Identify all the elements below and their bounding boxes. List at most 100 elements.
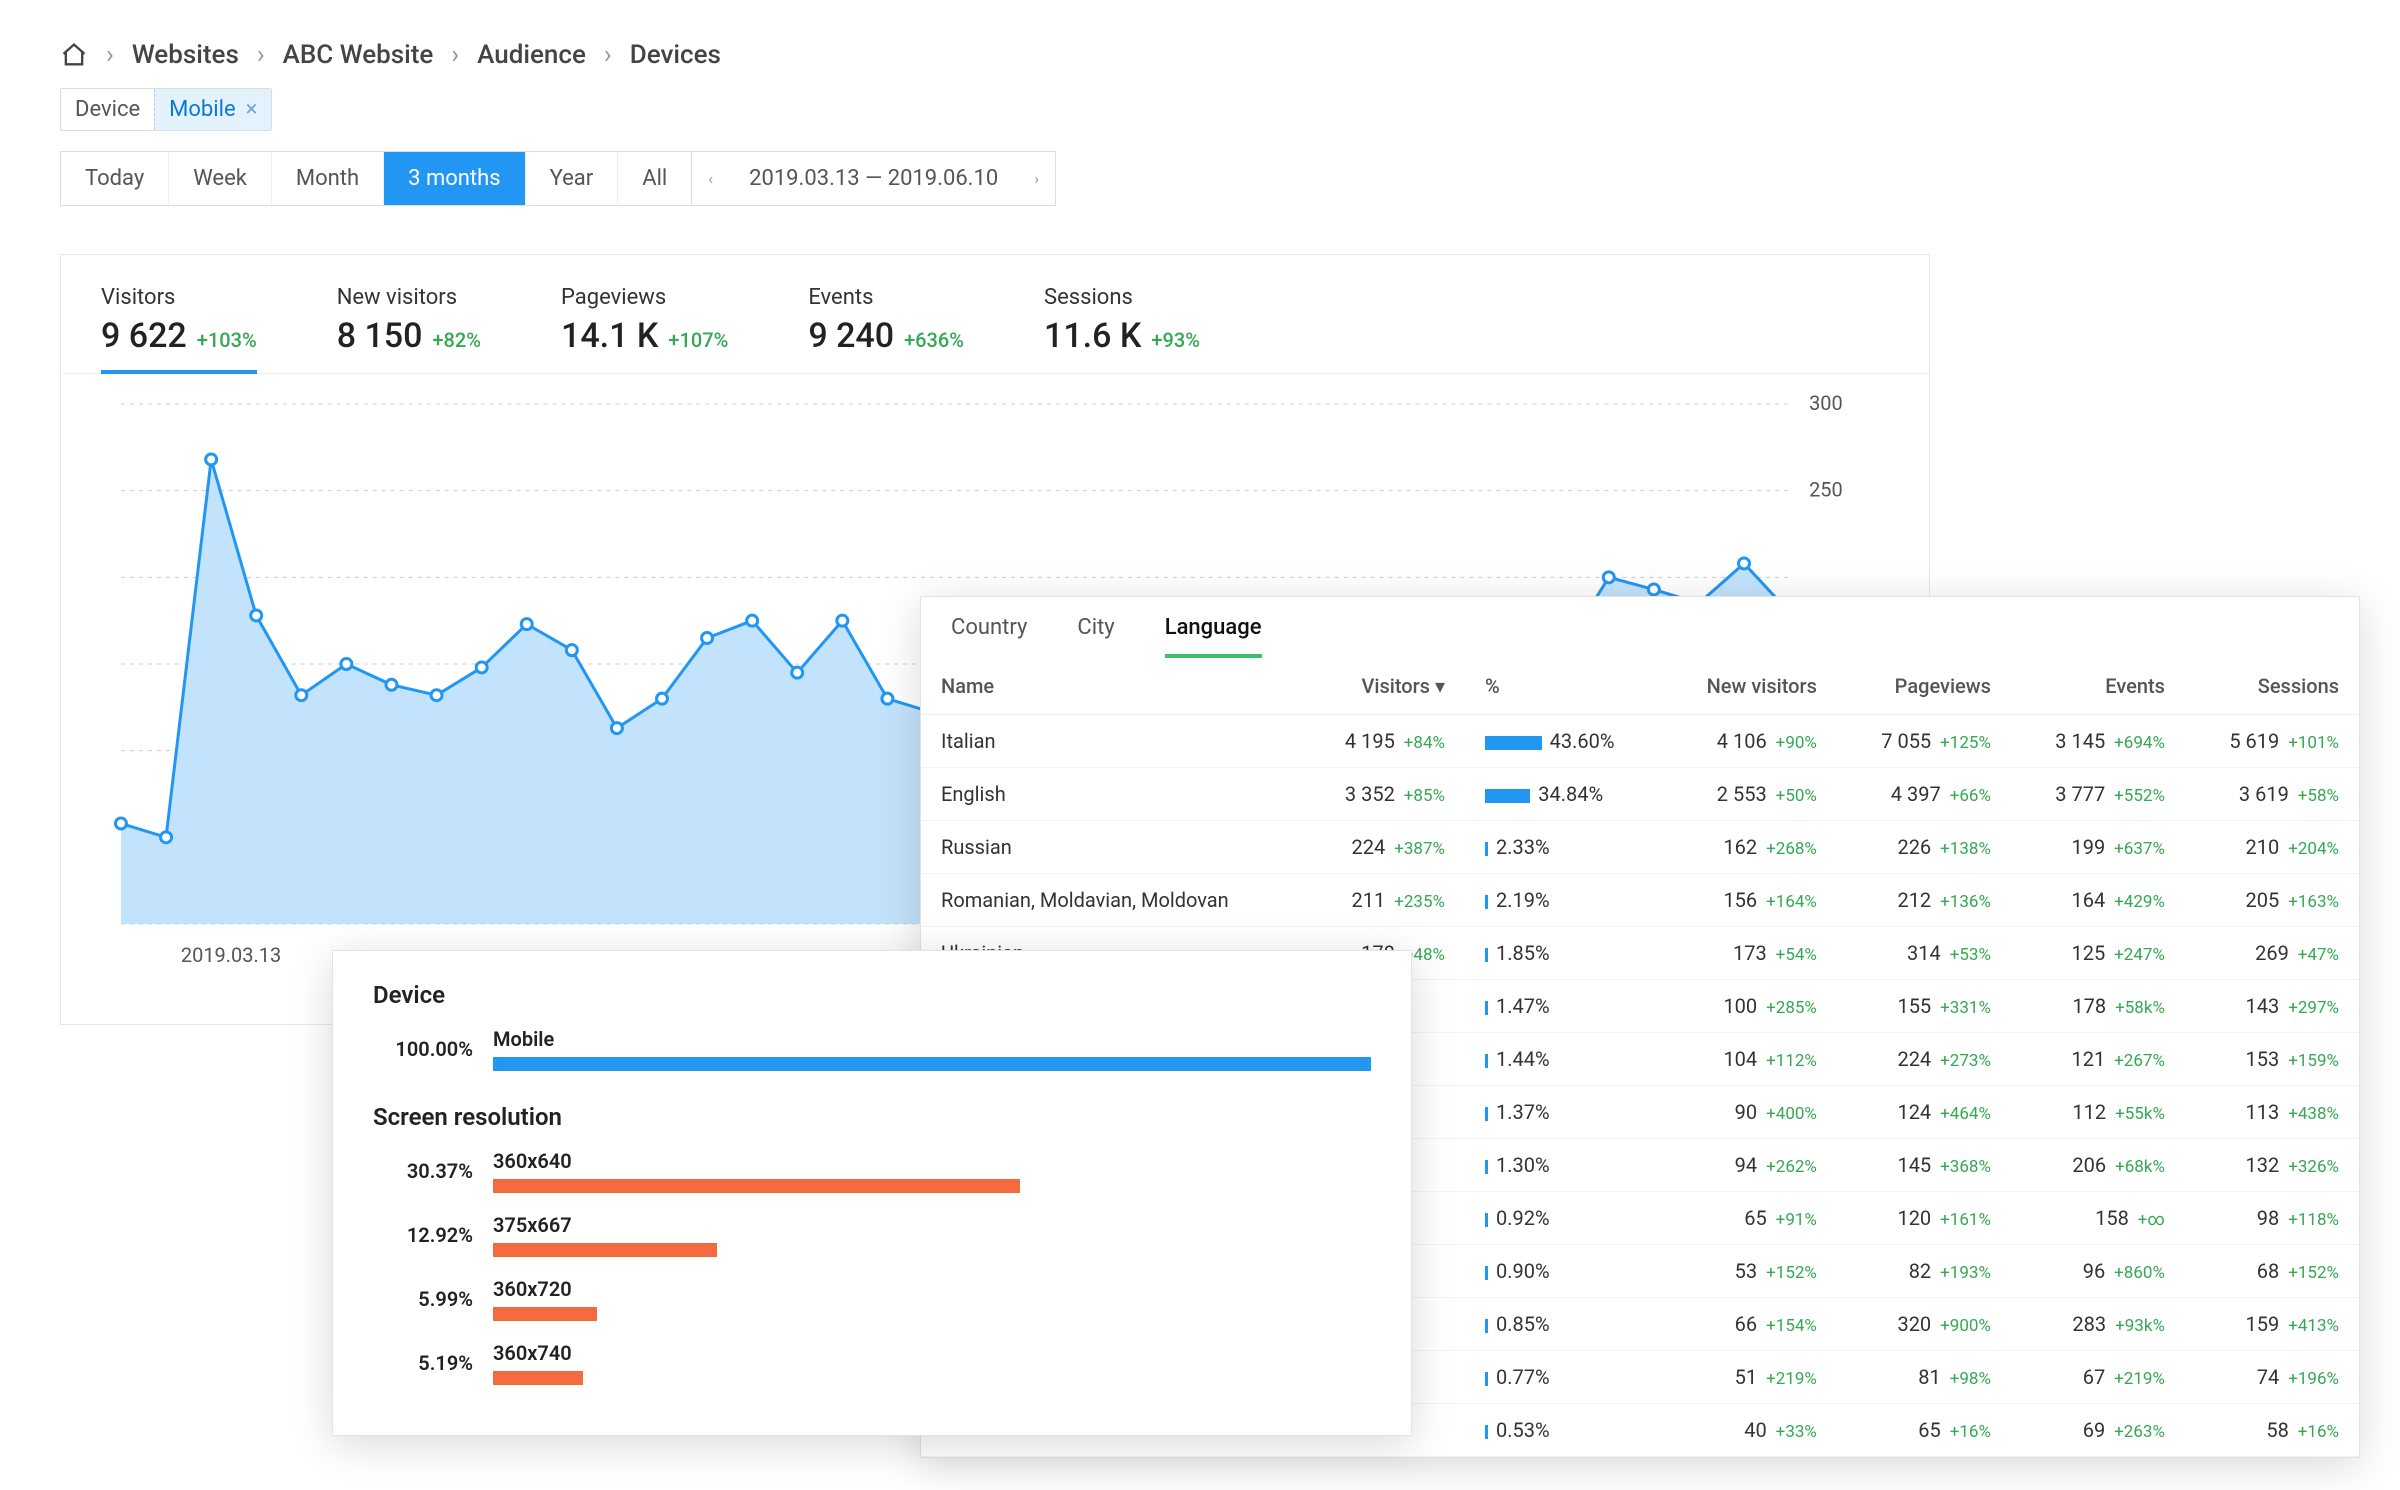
cell-pct: 0.53% — [1465, 1404, 1662, 1457]
range-month[interactable]: Month — [272, 152, 384, 205]
device-bar — [493, 1057, 1371, 1071]
kpi-visitors[interactable]: Visitors9 622 +103% — [101, 285, 257, 374]
res-pct: 30.37% — [373, 1159, 473, 1183]
breadcrumb: › Websites › ABC Website › Audience › De… — [60, 40, 2340, 70]
cell-sessions: 5 619 +101% — [2185, 715, 2359, 768]
breadcrumb-site[interactable]: ABC Website — [283, 40, 434, 70]
resolution-row: 12.92%375x667 — [373, 1213, 1371, 1257]
kpi-value: 14.1 K +107% — [561, 316, 728, 356]
col--[interactable]: % — [1465, 658, 1662, 715]
kpi-label: New visitors — [337, 285, 481, 310]
cell-pct: 2.19% — [1465, 874, 1662, 927]
cell-pageviews: 155 +331% — [1837, 980, 2011, 1033]
kpi-value: 11.6 K +93% — [1044, 316, 1200, 356]
cell-pct: 1.30% — [1465, 1139, 1662, 1192]
resolution-row: 5.19%360x740 — [373, 1341, 1371, 1385]
kpi-sessions[interactable]: Sessions11.6 K +93% — [1044, 285, 1200, 374]
breadcrumb-websites[interactable]: Websites — [132, 40, 239, 70]
table-row[interactable]: Russian224 +387%2.33%162 +268%226 +138%1… — [921, 821, 2359, 874]
cell-sessions: 132 +326% — [2185, 1139, 2359, 1192]
svg-text:2019.03.13: 2019.03.13 — [181, 943, 281, 967]
cell-pageviews: 314 +53% — [1837, 927, 2011, 980]
chevron-right-icon: › — [451, 40, 459, 70]
cell-pageviews: 7 055 +125% — [1837, 715, 2011, 768]
cell-pct: 1.85% — [1465, 927, 1662, 980]
kpi-value: 9 240 +636% — [808, 316, 964, 356]
cell-pageviews: 120 +161% — [1837, 1192, 2011, 1245]
cell-events: 96 +860% — [2011, 1245, 2185, 1298]
cell-sessions: 205 +163% — [2185, 874, 2359, 927]
device-heading: Device — [373, 981, 1371, 1009]
col-events[interactable]: Events — [2011, 658, 2185, 715]
cell-sessions: 269 +47% — [2185, 927, 2359, 980]
range-all[interactable]: All — [618, 152, 691, 205]
kpi-events[interactable]: Events9 240 +636% — [808, 285, 964, 374]
breadcrumb-devices[interactable]: Devices — [630, 40, 721, 70]
close-icon[interactable]: × — [246, 97, 258, 122]
cell-pct: 1.37% — [1465, 1086, 1662, 1139]
kpi-value: 9 622 +103% — [101, 316, 257, 356]
range-week[interactable]: Week — [169, 152, 272, 205]
cell-pct: 2.33% — [1465, 821, 1662, 874]
col-sessions[interactable]: Sessions — [2185, 658, 2359, 715]
cell-events: 121 +267% — [2011, 1033, 2185, 1086]
resolution-heading: Screen resolution — [373, 1103, 1371, 1131]
home-icon[interactable] — [60, 41, 88, 69]
cell-sessions: 113 +438% — [2185, 1086, 2359, 1139]
cell-visitors: 3 352 +85% — [1302, 768, 1465, 821]
cell-sessions: 153 +159% — [2185, 1033, 2359, 1086]
breadcrumb-audience[interactable]: Audience — [477, 40, 586, 70]
cell-pageviews: 212 +136% — [1837, 874, 2011, 927]
prev-range-button[interactable]: ‹ — [692, 157, 729, 200]
filter-value: Mobile — [169, 97, 235, 122]
table-row[interactable]: Italian4 195 +84%43.60%4 106 +90%7 055 +… — [921, 715, 2359, 768]
cell-name: Romanian, Moldavian, Moldovan — [921, 874, 1302, 927]
cell-newvis: 53 +152% — [1662, 1245, 1837, 1298]
range-3-months[interactable]: 3 months — [384, 152, 525, 205]
tab-language[interactable]: Language — [1165, 615, 1262, 658]
res-pct: 5.99% — [373, 1287, 473, 1311]
range-today[interactable]: Today — [61, 152, 169, 205]
cell-sessions: 143 +297% — [2185, 980, 2359, 1033]
res-name: 360x720 — [493, 1277, 1371, 1301]
kpi-delta: +82% — [432, 328, 481, 352]
col-visitors-[interactable]: Visitors ▾ — [1302, 658, 1465, 715]
filter-chip[interactable]: Device Mobile × — [60, 88, 272, 131]
cell-newvis: 156 +164% — [1662, 874, 1837, 927]
kpi-delta: +636% — [904, 328, 964, 352]
res-name: 375x667 — [493, 1213, 1371, 1237]
res-bar — [493, 1307, 597, 1321]
col-new-visitors[interactable]: New visitors — [1662, 658, 1837, 715]
cell-events: 178 +58k% — [2011, 980, 2185, 1033]
cell-visitors: 211 +235% — [1302, 874, 1465, 927]
cell-sessions: 68 +152% — [2185, 1245, 2359, 1298]
chevron-right-icon: › — [604, 40, 612, 70]
table-row[interactable]: Romanian, Moldavian, Moldovan211 +235%2.… — [921, 874, 2359, 927]
range-year[interactable]: Year — [526, 152, 619, 205]
cell-events: 199 +637% — [2011, 821, 2185, 874]
device-row: 100.00% Mobile — [373, 1027, 1371, 1071]
device-name: Mobile — [493, 1027, 1371, 1051]
tab-country[interactable]: Country — [951, 615, 1027, 658]
date-range-bar: TodayWeekMonth3 monthsYearAll ‹ 2019.03.… — [60, 151, 2340, 206]
cell-pageviews: 82 +193% — [1837, 1245, 2011, 1298]
cell-sessions: 74 +196% — [2185, 1351, 2359, 1404]
cell-pageviews: 224 +273% — [1837, 1033, 2011, 1086]
cell-events: 69 +263% — [2011, 1404, 2185, 1457]
col-name[interactable]: Name — [921, 658, 1302, 715]
kpi-new-visitors[interactable]: New visitors8 150 +82% — [337, 285, 481, 374]
table-row[interactable]: English3 352 +85%34.84%2 553 +50%4 397 +… — [921, 768, 2359, 821]
cell-events: 164 +429% — [2011, 874, 2185, 927]
kpi-pageviews[interactable]: Pageviews14.1 K +107% — [561, 285, 728, 374]
col-pageviews[interactable]: Pageviews — [1837, 658, 2011, 715]
cell-name: Russian — [921, 821, 1302, 874]
svg-text:300: 300 — [1809, 394, 1843, 415]
res-pct: 5.19% — [373, 1351, 473, 1375]
cell-newvis: 100 +285% — [1662, 980, 1837, 1033]
cell-pct: 1.47% — [1465, 980, 1662, 1033]
chevron-right-icon: › — [257, 40, 265, 70]
cell-pageviews: 4 397 +66% — [1837, 768, 2011, 821]
tab-city[interactable]: City — [1077, 615, 1114, 658]
date-range-text[interactable]: 2019.03.13 — 2019.06.10 — [729, 166, 1018, 191]
next-range-button[interactable]: › — [1018, 157, 1055, 200]
